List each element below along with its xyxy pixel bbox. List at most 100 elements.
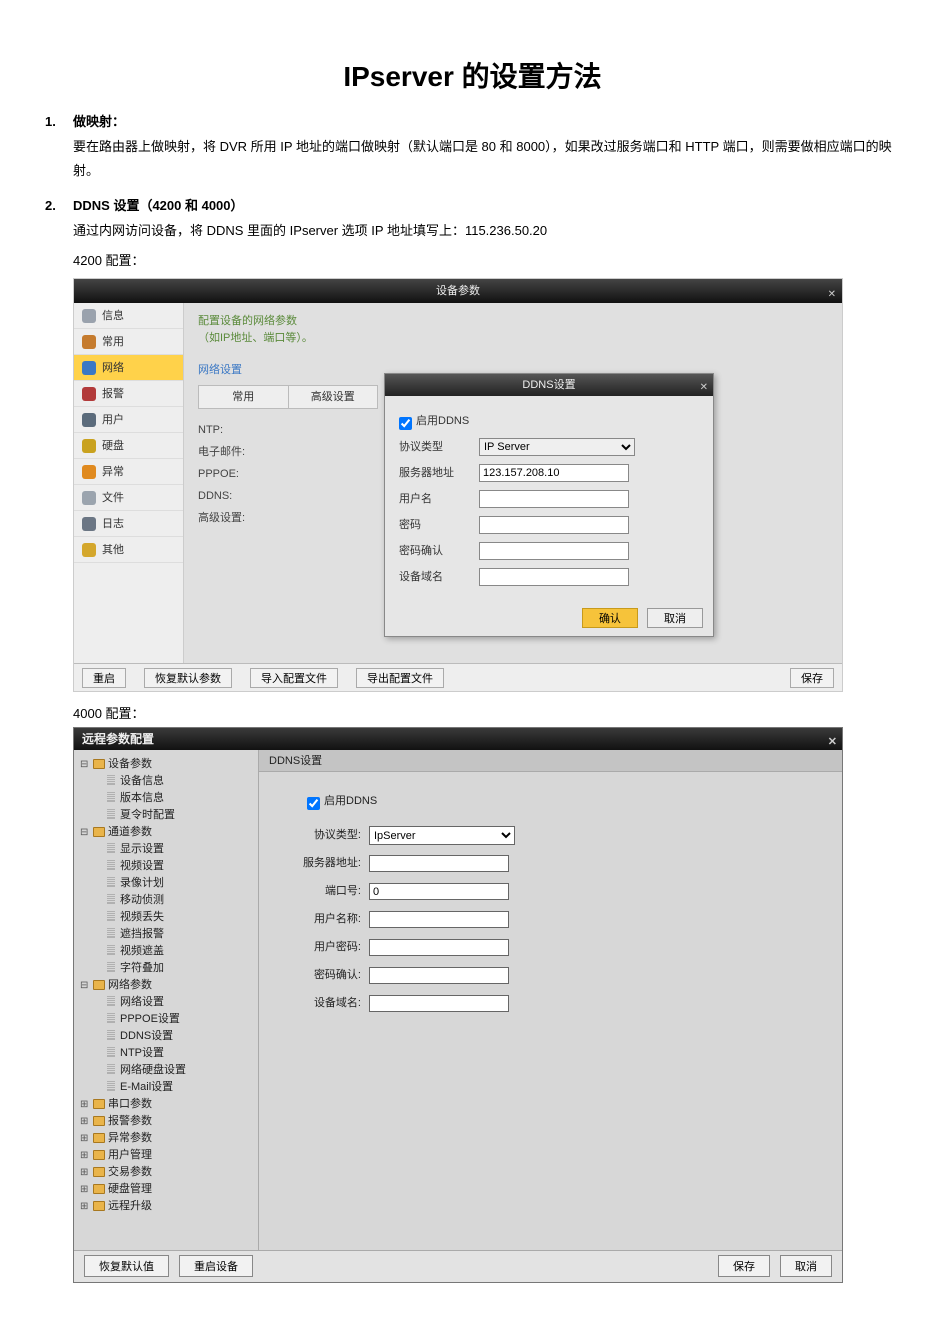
sidebar-icon	[82, 335, 96, 349]
tree-leaf[interactable]: 𝄛显示设置	[94, 841, 254, 858]
ok-button[interactable]: 确认	[582, 608, 638, 628]
folder-icon	[93, 827, 105, 837]
sidebar-item[interactable]: 异常	[74, 459, 183, 485]
close-icon[interactable]: ✕	[828, 731, 837, 753]
sidebar-item[interactable]: 报警	[74, 381, 183, 407]
tree-folder[interactable]: ⊞硬盘管理	[80, 1181, 254, 1198]
tree-folder[interactable]: ⊟网络参数	[80, 977, 254, 994]
sidebar-item[interactable]: 常用	[74, 329, 183, 355]
tree-folder[interactable]: ⊞串口参数	[80, 1096, 254, 1113]
sidebar-item[interactable]: 信息	[74, 303, 183, 329]
text-input[interactable]	[369, 939, 509, 956]
plus-icon[interactable]: ⊞	[80, 1147, 90, 1164]
tree-leaf[interactable]: 𝄛设备信息	[94, 773, 254, 790]
text-input[interactable]	[479, 464, 629, 482]
text-input[interactable]	[479, 568, 629, 586]
enable-ddns-label: 启用DDNS	[416, 411, 469, 432]
tree-leaf[interactable]: 𝄛DDNS设置	[94, 1028, 254, 1045]
text-input[interactable]	[369, 967, 509, 984]
protocol-select[interactable]: IP Server	[479, 438, 635, 456]
cancel-button[interactable]: 取消	[780, 1255, 832, 1277]
plus-icon[interactable]: ⊞	[80, 1113, 90, 1130]
window-titlebar: 设备参数 ✕	[74, 279, 842, 303]
tree-leaf[interactable]: 𝄛移动侦测	[94, 892, 254, 909]
tree-folder[interactable]: ⊞远程升级	[80, 1198, 254, 1215]
tree-leaf[interactable]: 𝄛版本信息	[94, 790, 254, 807]
tree-folder[interactable]: ⊞报警参数	[80, 1113, 254, 1130]
tree-leaf[interactable]: 𝄛E-Mail设置	[94, 1079, 254, 1096]
leaf-icon: 𝄛	[107, 929, 117, 939]
form-row: 密码	[399, 512, 699, 538]
close-icon[interactable]: ✕	[700, 377, 708, 399]
tree-folder[interactable]: ⊞用户管理	[80, 1147, 254, 1164]
plus-icon[interactable]: ⊞	[80, 1198, 90, 1215]
tree-leaf[interactable]: 𝄛PPPOE设置	[94, 1011, 254, 1028]
tree-leaf[interactable]: 𝄛视频丢失	[94, 909, 254, 926]
tree-leaf[interactable]: 𝄛网络设置	[94, 994, 254, 1011]
sidebar-item[interactable]: 硬盘	[74, 433, 183, 459]
text-input[interactable]	[369, 911, 509, 928]
sidebar-item[interactable]: 文件	[74, 485, 183, 511]
text-input[interactable]	[479, 490, 629, 508]
protocol-select[interactable]: IpServer	[369, 826, 515, 845]
bottom-bar: 恢复默认值 重启设备 保存 取消	[74, 1250, 842, 1282]
tree-leaf[interactable]: 𝄛遮挡报警	[94, 926, 254, 943]
text-input[interactable]	[369, 855, 509, 872]
tab-common[interactable]: 常用	[199, 386, 289, 408]
cancel-button[interactable]: 取消	[647, 608, 703, 628]
sidebar-icon	[82, 309, 96, 323]
text-input[interactable]	[479, 516, 629, 534]
text-input[interactable]	[369, 883, 509, 900]
sidebar-icon	[82, 361, 96, 375]
plus-icon[interactable]: ⊞	[80, 1164, 90, 1181]
tree-label: 夏令时配置	[120, 807, 175, 824]
tree-leaf[interactable]: 𝄛视频设置	[94, 858, 254, 875]
sidebar-icon	[82, 543, 96, 557]
tree-label: 设备参数	[108, 756, 152, 773]
section-link[interactable]: 网络设置	[198, 360, 242, 381]
tree-leaf[interactable]: 𝄛字符叠加	[94, 960, 254, 977]
tree-folder[interactable]: ⊞交易参数	[80, 1164, 254, 1181]
plus-icon[interactable]: ⊞	[80, 1130, 90, 1147]
folder-icon	[93, 1133, 105, 1143]
minus-icon[interactable]: ⊟	[80, 756, 90, 773]
tree-folder[interactable]: ⊟通道参数	[80, 824, 254, 841]
sidebar-item[interactable]: 用户	[74, 407, 183, 433]
instruction-item-1: 1. 做映射： 要在路由器上做映射，将 DVR 所用 IP 地址的端口做映射（默…	[45, 110, 900, 184]
tree-folder[interactable]: ⊞异常参数	[80, 1130, 254, 1147]
leaf-icon: 𝄛	[107, 946, 117, 956]
export-config-button[interactable]: 导出配置文件	[356, 668, 444, 688]
minus-icon[interactable]: ⊟	[80, 977, 90, 994]
restore-defaults-button[interactable]: 恢复默认值	[84, 1255, 169, 1277]
reboot-button[interactable]: 重启设备	[179, 1255, 253, 1277]
sidebar-item[interactable]: 网络	[74, 355, 183, 381]
reboot-button[interactable]: 重启	[82, 668, 126, 688]
plus-icon[interactable]: ⊞	[80, 1181, 90, 1198]
tree-leaf[interactable]: 𝄛录像计划	[94, 875, 254, 892]
hint-line-1: 配置设备的网络参数	[198, 313, 828, 330]
plus-icon[interactable]: ⊞	[80, 1096, 90, 1113]
sidebar-item[interactable]: 其他	[74, 537, 183, 563]
form-row: 密码确认	[399, 538, 699, 564]
tree-leaf[interactable]: 𝄛NTP设置	[94, 1045, 254, 1062]
text-input[interactable]	[369, 995, 509, 1012]
label-4200: 4200 配置：	[73, 249, 900, 274]
tab-advanced[interactable]: 高级设置	[289, 386, 378, 408]
enable-ddns-checkbox[interactable]	[307, 797, 320, 810]
window-title: 设备参数	[436, 285, 480, 297]
enable-ddns-checkbox[interactable]	[399, 417, 412, 430]
sidebar-item[interactable]: 日志	[74, 511, 183, 537]
tree-folder[interactable]: ⊟ 设备参数	[80, 756, 254, 773]
form-row: 协议类型IP Server	[399, 434, 699, 460]
import-config-button[interactable]: 导入配置文件	[250, 668, 338, 688]
save-button[interactable]: 保存	[718, 1255, 770, 1277]
minus-icon[interactable]: ⊟	[80, 824, 90, 841]
restore-defaults-button[interactable]: 恢复默认参数	[144, 668, 232, 688]
tree-leaf[interactable]: 𝄛网络硬盘设置	[94, 1062, 254, 1079]
sidebar: 信息常用网络报警用户硬盘异常文件日志其他	[74, 303, 184, 663]
instruction-list: 1. 做映射： 要在路由器上做映射，将 DVR 所用 IP 地址的端口做映射（默…	[45, 110, 900, 1283]
text-input[interactable]	[479, 542, 629, 560]
tree-leaf[interactable]: 𝄛夏令时配置	[94, 807, 254, 824]
save-button[interactable]: 保存	[790, 668, 834, 688]
tree-leaf[interactable]: 𝄛视频遮盖	[94, 943, 254, 960]
